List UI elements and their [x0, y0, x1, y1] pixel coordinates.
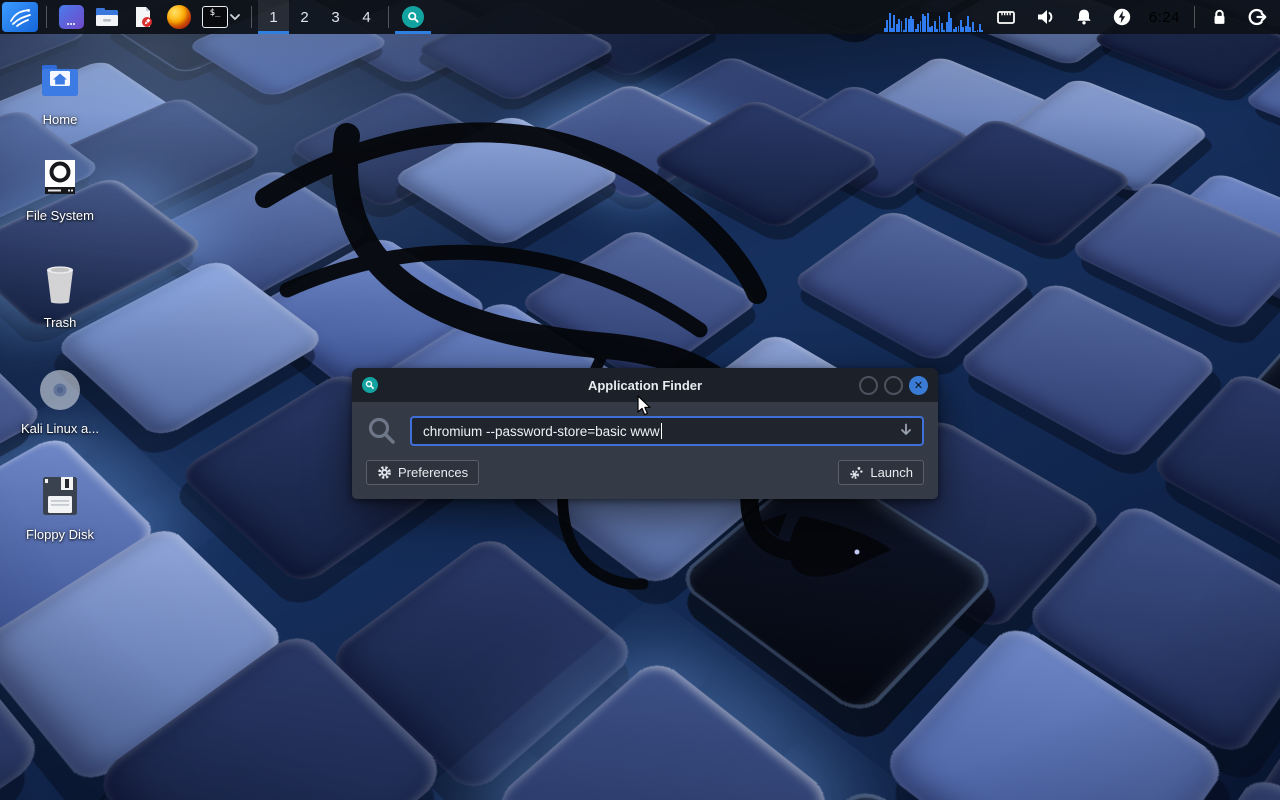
terminal-icon: $_ — [202, 6, 228, 28]
power-icon — [1112, 7, 1132, 27]
desktop-icon-home[interactable]: Home — [14, 56, 106, 127]
close-button[interactable]: ✕ — [909, 376, 928, 395]
window-title: Application Finder — [352, 378, 938, 393]
command-input[interactable]: chromium --password-store=basic www — [410, 416, 924, 446]
panel-separator — [1194, 6, 1195, 28]
top-panel: $_ 1 2 3 4 — [0, 0, 1280, 34]
volume-button[interactable] — [1026, 0, 1065, 34]
lock-icon — [1210, 7, 1229, 27]
launcher-terminal[interactable]: $_ — [197, 0, 229, 34]
workspace-3-button[interactable]: 3 — [320, 0, 351, 34]
notifications-button[interactable] — [1065, 0, 1103, 34]
desktop-icon-file-system[interactable]: File System — [14, 152, 106, 223]
mouse-cursor — [637, 395, 652, 417]
kali-dragon-logo — [245, 78, 905, 638]
applications-menu-button[interactable] — [2, 2, 38, 32]
desktop-icon-trash[interactable]: Trash — [14, 259, 106, 330]
desktop-icon-label: Trash — [14, 315, 106, 330]
desktop-icon-label: Floppy Disk — [14, 527, 106, 542]
bell-icon — [1074, 7, 1094, 27]
application-finder-window: Application Finder ✕ chromium --password… — [352, 368, 938, 499]
logout-button[interactable] — [1238, 0, 1280, 34]
lock-screen-button[interactable] — [1201, 0, 1238, 34]
kali-logo-icon — [8, 5, 32, 29]
maximize-button[interactable] — [884, 376, 903, 395]
taskbar-application-finder-button[interactable] — [395, 0, 431, 34]
window-app-icon — [59, 5, 84, 29]
launcher-text-editor[interactable] — [125, 0, 161, 34]
desktop-icon-floppy-disk[interactable]: Floppy Disk — [14, 471, 106, 542]
ethernet-icon — [995, 7, 1017, 27]
desktop-icon-label: File System — [14, 208, 106, 223]
disc-icon — [37, 367, 83, 413]
drive-icon — [39, 156, 81, 198]
history-dropdown-icon[interactable] — [860, 407, 914, 456]
chevron-down-icon — [229, 12, 241, 22]
launch-button[interactable]: Launch — [838, 460, 924, 485]
workspace-1-button[interactable]: 1 — [258, 0, 289, 34]
gear-icon — [377, 465, 392, 480]
firefox-icon — [167, 5, 191, 29]
file-manager-icon — [94, 5, 120, 29]
minimize-button[interactable] — [859, 376, 878, 395]
preferences-button[interactable]: Preferences — [366, 460, 479, 485]
preferences-label: Preferences — [398, 465, 468, 480]
panel-separator — [251, 6, 252, 28]
run-icon — [849, 465, 864, 480]
launch-label: Launch — [870, 465, 913, 480]
power-manager-button[interactable] — [1103, 0, 1141, 34]
home-folder-icon — [38, 61, 82, 101]
text-editor-icon — [131, 5, 155, 29]
floppy-icon — [39, 474, 81, 518]
command-input-value: chromium --password-store=basic www — [423, 424, 660, 439]
clock[interactable]: 6:24 — [1141, 0, 1188, 34]
panel-separator — [46, 6, 47, 28]
desktop-icon-label: Home — [14, 112, 106, 127]
text-caret — [661, 423, 663, 439]
network-monitor-graph[interactable] — [882, 0, 986, 34]
search-icon — [366, 415, 398, 447]
application-finder-icon — [402, 6, 424, 28]
terminal-dropdown-button[interactable] — [229, 0, 245, 34]
trash-icon — [39, 262, 81, 306]
workspace-4-button[interactable]: 4 — [351, 0, 382, 34]
launcher-file-manager[interactable] — [89, 0, 125, 34]
speaker-icon — [1035, 7, 1056, 27]
launcher-firefox[interactable] — [161, 0, 197, 34]
desktop-icon-label: Kali Linux a... — [14, 421, 106, 436]
desktop-icon-kali-linux-cd[interactable]: Kali Linux a... — [14, 365, 106, 436]
panel-separator — [388, 6, 389, 28]
network-status-button[interactable] — [986, 0, 1026, 34]
workspace-2-button[interactable]: 2 — [289, 0, 320, 34]
launcher-window-app[interactable] — [53, 0, 89, 34]
logout-icon — [1247, 7, 1268, 27]
